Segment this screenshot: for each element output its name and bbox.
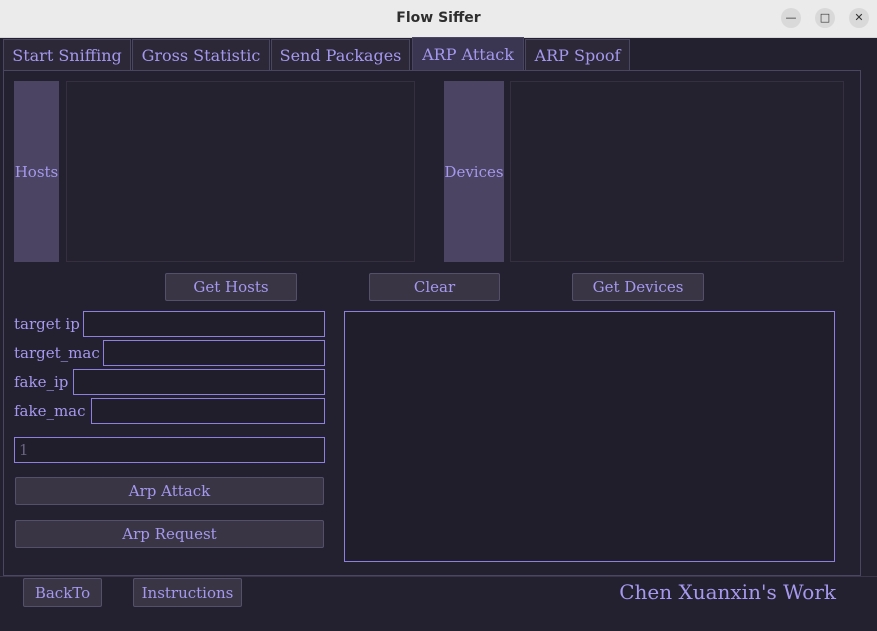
window-title: Flow Siffer [396,10,481,26]
credit-text: Chen Xuanxin's Work [619,580,836,604]
tab-arp-attack[interactable]: ARP Attack [412,37,524,71]
count-input[interactable]: 1 [14,437,325,463]
tab-gross-statistic[interactable]: Gross Statistic [132,39,270,70]
close-icon[interactable]: ✕ [849,8,869,28]
tab-start-sniffing[interactable]: Start Sniffing [3,39,131,70]
fake-ip-label: fake_ip [14,373,69,391]
hosts-label: Hosts [14,81,59,262]
arp-attack-button[interactable]: Arp Attack [15,477,324,505]
tab-arp-spoof[interactable]: ARP Spoof [525,39,630,70]
devices-label: Devices [444,81,504,262]
target-mac-input[interactable] [103,340,325,366]
clear-button[interactable]: Clear [369,273,500,301]
devices-list[interactable] [510,81,844,262]
title-bar: Flow Siffer — □ ✕ [0,0,877,38]
maximize-icon[interactable]: □ [815,8,835,28]
fake-mac-label: fake_mac [14,402,86,420]
target-mac-label: target_mac [14,344,100,362]
minimize-icon[interactable]: — [781,8,801,28]
footer-divider [0,576,877,577]
target-ip-input[interactable] [83,311,325,337]
tab-send-packages[interactable]: Send Packages [271,39,410,70]
hosts-list[interactable] [66,81,415,262]
output-textbox[interactable] [344,311,835,562]
instructions-button[interactable]: Instructions [133,578,242,607]
get-devices-button[interactable]: Get Devices [572,273,704,301]
arp-request-button[interactable]: Arp Request [15,520,324,548]
target-ip-label: target ip [14,315,80,333]
fake-mac-input[interactable] [91,398,325,424]
get-hosts-button[interactable]: Get Hosts [165,273,297,301]
back-to-button[interactable]: BackTo [23,578,102,607]
fake-ip-input[interactable] [73,369,325,395]
